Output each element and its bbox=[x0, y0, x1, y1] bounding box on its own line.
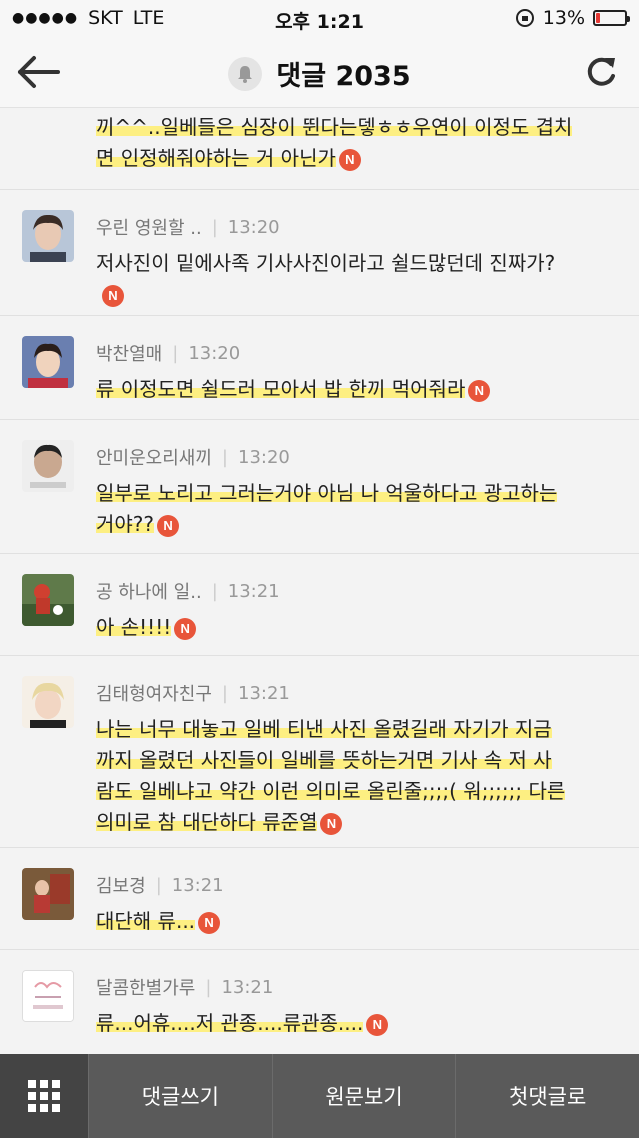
comment-line: 람도 일베냐고 약간 이런 의미로 올린줄;;;;( 워;;;;;; 다른 bbox=[96, 779, 566, 803]
comment-author[interactable]: 안미운오리새끼 bbox=[96, 444, 212, 470]
new-badge: N bbox=[468, 379, 491, 402]
comment-body: 류...어휴....저 관종....류관종.... N bbox=[96, 1008, 619, 1039]
new-badge: N bbox=[320, 812, 343, 835]
view-original-button[interactable]: 원문보기 bbox=[271, 1054, 456, 1138]
comment-list[interactable]: 끼^^..일베들은 심장이 뛴다는뎋ㅎㅎ우연이 이정도 겹치 면 인정해줘야하는… bbox=[0, 108, 639, 1054]
menu-button[interactable] bbox=[0, 1054, 88, 1138]
comment-meta: 김태형여자친구 | 13:21 bbox=[96, 680, 290, 706]
avatar[interactable] bbox=[22, 336, 74, 388]
divider: | bbox=[172, 342, 179, 364]
avatar[interactable] bbox=[22, 574, 74, 626]
comment-line: 류...어휴....저 관종....류관종.... bbox=[96, 1011, 364, 1035]
comment-item: 안미운오리새끼 | 13:20 일부로 노리고 그러는거야 아님 나 억울하다고… bbox=[0, 420, 639, 554]
comment-author[interactable]: 박찬열매 bbox=[96, 340, 162, 366]
avatar[interactable] bbox=[22, 676, 74, 728]
comment-meta: 안미운오리새끼 | 13:20 bbox=[96, 444, 290, 470]
comment-item: 우린 영원할 .. | 13:20 저사진이 밑에사족 기사사진이라고 쉴드많던… bbox=[0, 190, 639, 316]
status-right: 13% bbox=[515, 7, 630, 29]
comment-line: 끼^^..일베들은 심장이 뛴다는뎋ㅎㅎ우연이 이정도 겹치 bbox=[96, 115, 573, 139]
battery-fill bbox=[596, 13, 600, 23]
comment-line: 나는 너무 대놓고 일베 티낸 사진 올렸길래 자기가 지금 bbox=[96, 717, 552, 741]
divider: | bbox=[211, 216, 218, 238]
comment-item: 김태형여자친구 | 13:21 나는 너무 대놓고 일베 티낸 사진 올렸길래 … bbox=[0, 656, 639, 848]
page-title: 댓글 2035 bbox=[276, 61, 411, 92]
comment-meta: 달콤한별가루 | 13:21 bbox=[96, 974, 273, 1000]
comment-author[interactable]: 김태형여자친구 bbox=[96, 680, 212, 706]
new-badge: N bbox=[366, 1013, 389, 1036]
comment-time: 13:21 bbox=[227, 580, 280, 602]
comment-author[interactable]: 김보경 bbox=[96, 872, 146, 898]
comment-author[interactable]: 달콤한별가루 bbox=[96, 974, 195, 1000]
comment-line: 류 이정도면 쉴드러 모아서 밥 한끼 먹어줘라 bbox=[96, 377, 466, 401]
refresh-button[interactable] bbox=[581, 52, 621, 92]
avatar[interactable] bbox=[22, 210, 74, 262]
comment-time: 13:20 bbox=[188, 342, 241, 364]
comment-body: 저사진이 밑에사족 기사사진이라고 쉴드많던데 진짜가? N bbox=[96, 248, 619, 310]
comment-author[interactable]: 우린 영원할 .. bbox=[96, 214, 202, 240]
new-badge: N bbox=[174, 617, 197, 640]
comment-body: 일부로 노리고 그러는거야 아님 나 억울하다고 광고하는 거야?? N bbox=[96, 478, 619, 540]
title-wrap: 댓글 2035 bbox=[0, 54, 639, 93]
avatar[interactable] bbox=[22, 868, 74, 920]
first-comment-button[interactable]: 첫댓글로 bbox=[455, 1054, 639, 1138]
refresh-icon bbox=[587, 57, 615, 86]
comment-time: 13:21 bbox=[171, 874, 224, 896]
comment-item: 박찬열매 | 13:20 류 이정도면 쉴드러 모아서 밥 한끼 먹어줘라 N bbox=[0, 316, 639, 420]
comment-body: 아 손!!!! N bbox=[96, 612, 619, 643]
avatar[interactable] bbox=[22, 970, 74, 1022]
comment-line: 일부로 노리고 그러는거야 아님 나 억울하다고 광고하는 bbox=[96, 481, 558, 505]
comment-time: 13:21 bbox=[221, 976, 274, 998]
write-comment-button[interactable]: 댓글쓰기 bbox=[88, 1054, 272, 1138]
battery-icon bbox=[593, 10, 630, 26]
rotation-lock-icon bbox=[515, 9, 534, 27]
battery-percent: 13% bbox=[542, 7, 585, 29]
comment-body: 끼^^..일베들은 심장이 뛴다는뎋ㅎㅎ우연이 이정도 겹치 면 인정해줘야하는… bbox=[96, 112, 619, 174]
status-bar: ●●●●● SKT LTE 오후 1:21 13% bbox=[0, 0, 639, 36]
avatar[interactable] bbox=[22, 440, 74, 492]
comment-line: 아 손!!!! bbox=[96, 615, 172, 639]
new-badge: N bbox=[338, 148, 361, 171]
comment-body: 류 이정도면 쉴드러 모아서 밥 한끼 먹어줘라 N bbox=[96, 374, 619, 405]
comment-author[interactable]: 공 하나에 일.. bbox=[96, 578, 202, 604]
divider: | bbox=[221, 446, 228, 468]
comment-meta: 공 하나에 일.. | 13:21 bbox=[96, 578, 280, 604]
comment-time: 13:21 bbox=[238, 682, 290, 704]
divider: | bbox=[155, 874, 162, 896]
comment-line: 거야?? bbox=[96, 512, 155, 536]
header: 댓글 2035 bbox=[0, 36, 639, 108]
comment-time: 13:20 bbox=[238, 446, 290, 468]
comment-item: 김보경 | 13:21 대단해 류... N bbox=[0, 848, 639, 950]
divider: | bbox=[221, 682, 228, 704]
bell-icon bbox=[238, 65, 253, 83]
comment-line: 면 인정해줘야하는 거 아닌가 bbox=[96, 146, 336, 170]
new-badge: N bbox=[198, 911, 221, 934]
comment-item: 공 하나에 일.. | 13:21 아 손!!!! N bbox=[0, 554, 639, 656]
comment-line: 저사진이 밑에사족 기사사진이라고 쉴드많던데 진짜가? bbox=[96, 251, 556, 275]
comment-body: 나는 너무 대놓고 일베 티낸 사진 올렸길래 자기가 지금 까지 올렸던 사진… bbox=[96, 714, 619, 838]
divider: | bbox=[211, 580, 218, 602]
comment-meta: 우린 영원할 .. | 13:20 bbox=[96, 214, 280, 240]
bottom-toolbar: 댓글쓰기 원문보기 첫댓글로 bbox=[0, 1054, 639, 1138]
comment-meta: 박찬열매 | 13:20 bbox=[96, 340, 240, 366]
grid-menu-icon bbox=[28, 1080, 60, 1112]
new-badge: N bbox=[157, 514, 180, 537]
comment-time: 13:20 bbox=[227, 216, 280, 238]
comment-line: 의미로 참 대단하다 류준열 bbox=[96, 810, 318, 834]
comment-item: 달콤한별가루 | 13:21 류...어휴....저 관종....류관종....… bbox=[0, 950, 639, 1054]
comment-item: 끼^^..일베들은 심장이 뛴다는뎋ㅎㅎ우연이 이정도 겹치 면 인정해줘야하는… bbox=[0, 108, 639, 190]
divider: | bbox=[205, 976, 212, 998]
notification-toggle[interactable] bbox=[228, 56, 263, 91]
comment-line: 까지 올렸던 사진들이 일베를 뜻하는거면 기사 속 저 사 bbox=[96, 748, 552, 772]
comment-body: 대단해 류... N bbox=[96, 906, 619, 937]
comment-line: 대단해 류... bbox=[96, 909, 196, 933]
comment-meta: 김보경 | 13:21 bbox=[96, 872, 224, 898]
new-badge: N bbox=[102, 284, 124, 307]
